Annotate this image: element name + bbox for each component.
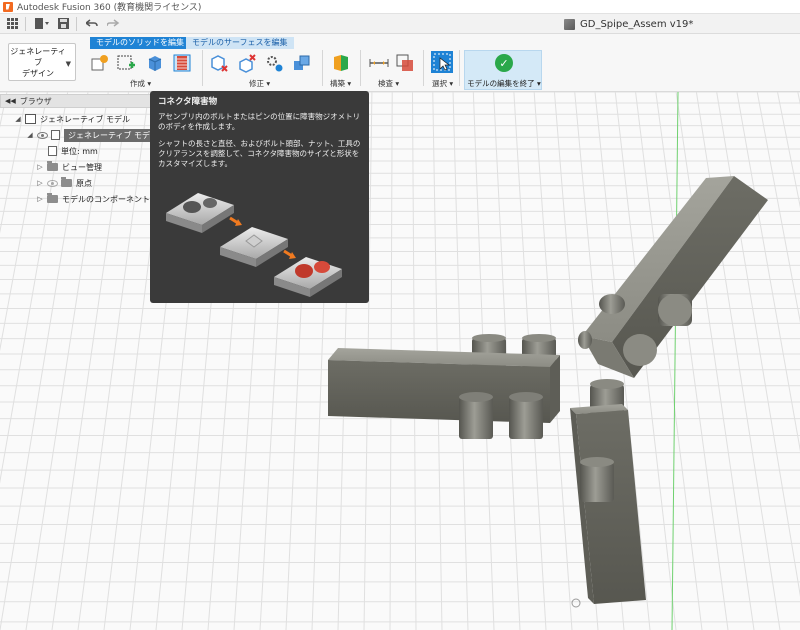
tree-units-label: 単位: mm [61, 146, 98, 156]
tooltip-title: コネクタ障害物 [158, 97, 218, 107]
triangle-right-icon[interactable]: ▷ [36, 179, 44, 187]
undo-icon[interactable] [84, 15, 102, 33]
tree-item-origin[interactable]: ▷ 原点 [36, 175, 92, 191]
measure-icon[interactable] [369, 53, 389, 73]
model-icon [51, 130, 60, 140]
connector-obstacle-tooltip: コネクタ障害物 アセンブリ内のボルトまたはピンの位置に障害物ジオメトリのボディを… [150, 91, 369, 303]
finish-model-edit-button[interactable]: ✓ モデルの編集を終了 ▾ [464, 50, 542, 90]
tree-units[interactable]: 単位: mm [48, 143, 98, 159]
bottom-bar-body[interactable] [570, 379, 646, 604]
modify-gear-icon[interactable] [264, 53, 284, 73]
tooltip-description-2: シャフトの長さと直径、およびボルト頭部、ナット、工具のクリアランスを調整して、コ… [158, 139, 361, 168]
interference-icon[interactable] [395, 53, 415, 73]
tree-root[interactable]: ◢ ジェネレーティブ モデル [14, 111, 130, 127]
check-icon: ✓ [495, 54, 513, 72]
inspect-menu[interactable]: 検査 ▾ [378, 78, 399, 89]
eye-icon[interactable] [37, 131, 48, 139]
tree-item-model-components[interactable]: ▷ モデルのコンポーネント [36, 191, 150, 207]
document-icon [564, 18, 575, 30]
browser-title: ブラウザ [19, 96, 52, 106]
select-cursor-icon[interactable] [431, 51, 453, 73]
triangle-right-icon[interactable]: ▷ [36, 195, 44, 203]
right-upper-bar-body[interactable] [578, 176, 768, 378]
app-title: Autodesk Fusion 360 (教育機関ライセンス) [17, 3, 202, 13]
document-tab[interactable]: GD_Spipe_Assem v19* [564, 16, 693, 32]
chevron-down-icon: ▼ [65, 60, 71, 68]
browser-header[interactable]: ◀◀ ブラウザ [0, 94, 155, 108]
folder-icon [61, 177, 72, 187]
shell-icon[interactable] [209, 53, 229, 73]
model-root-icon [25, 114, 36, 124]
create-menu[interactable]: 作成 ▾ [130, 78, 151, 89]
tree-item-label: 原点 [76, 178, 92, 188]
tooltip-description: アセンブリ内のボルトまたはピンの位置に障害物ジオメトリのボディを作成します。 [158, 112, 361, 131]
construct-menu[interactable]: 構築 ▾ [330, 78, 351, 89]
document-title: GD_Spipe_Assem v19* [580, 18, 694, 30]
tab-edit-model-solid[interactable]: モデルのソリッドを編集 [90, 37, 190, 49]
browser-panel: ◀◀ ブラウザ ◢ ジェネレーティブ モデル ◢ ジェネレーティブ モデル 1 … [0, 94, 170, 212]
workspace-switcher[interactable]: ジェネレーティブ デザイン ▼ [8, 43, 76, 81]
workspace-label-line2: デザイン [22, 68, 54, 78]
folder-icon [47, 193, 58, 203]
tree-root-label: ジェネレーティブ モデル [40, 114, 131, 124]
solid-box-icon[interactable] [145, 53, 165, 73]
toolbar: ジェネレーティブ デザイン ▼ モデルのソリッドを編集 モデルのサーフェスを編集 … [0, 34, 800, 92]
collapse-icon[interactable]: ◀◀ [5, 97, 16, 105]
combine-icon[interactable] [237, 53, 257, 73]
tab-edit-model-surface[interactable]: モデルのサーフェスを編集 [186, 37, 294, 49]
file-menu-icon[interactable] [33, 15, 51, 33]
workspace-label: ジェネレーティブ [10, 46, 66, 67]
triangle-right-icon[interactable]: ▷ [36, 163, 44, 171]
tooltip-illustration [166, 193, 342, 297]
folder-icon [47, 161, 58, 171]
document-settings-icon [48, 146, 57, 156]
grid-menu-icon[interactable] [3, 15, 21, 33]
tree-item-view-management[interactable]: ▷ ビュー管理 [36, 159, 102, 175]
move-body-icon[interactable] [292, 53, 312, 73]
quick-access-bar: GD_Spipe_Assem v19* [0, 14, 800, 34]
connector-obstacle-icon[interactable] [172, 53, 192, 73]
tree-active-model[interactable]: ◢ ジェネレーティブ モデル 1 [26, 127, 170, 143]
save-icon[interactable] [54, 15, 72, 33]
tree-item-label: ビュー管理 [62, 162, 102, 172]
construct-plane-icon[interactable] [331, 53, 351, 73]
modify-menu[interactable]: 修正 ▾ [249, 78, 270, 89]
sketch-icon[interactable] [116, 53, 136, 73]
select-menu[interactable]: 選択 ▾ [432, 78, 453, 89]
fusion-logo-icon [3, 1, 13, 12]
triangle-down-icon[interactable]: ◢ [26, 131, 34, 139]
left-bar-body[interactable] [328, 334, 560, 439]
title-bar: Autodesk Fusion 360 (教育機関ライセンス) [0, 0, 800, 14]
generate-icon[interactable] [90, 53, 110, 73]
redo-icon[interactable] [105, 15, 123, 33]
tree-item-label: モデルのコンポーネント [62, 194, 150, 204]
eye-icon[interactable] [47, 179, 58, 187]
triangle-down-icon[interactable]: ◢ [14, 115, 22, 123]
finish-model-edit-label: モデルの編集を終了 ▾ [467, 79, 541, 88]
